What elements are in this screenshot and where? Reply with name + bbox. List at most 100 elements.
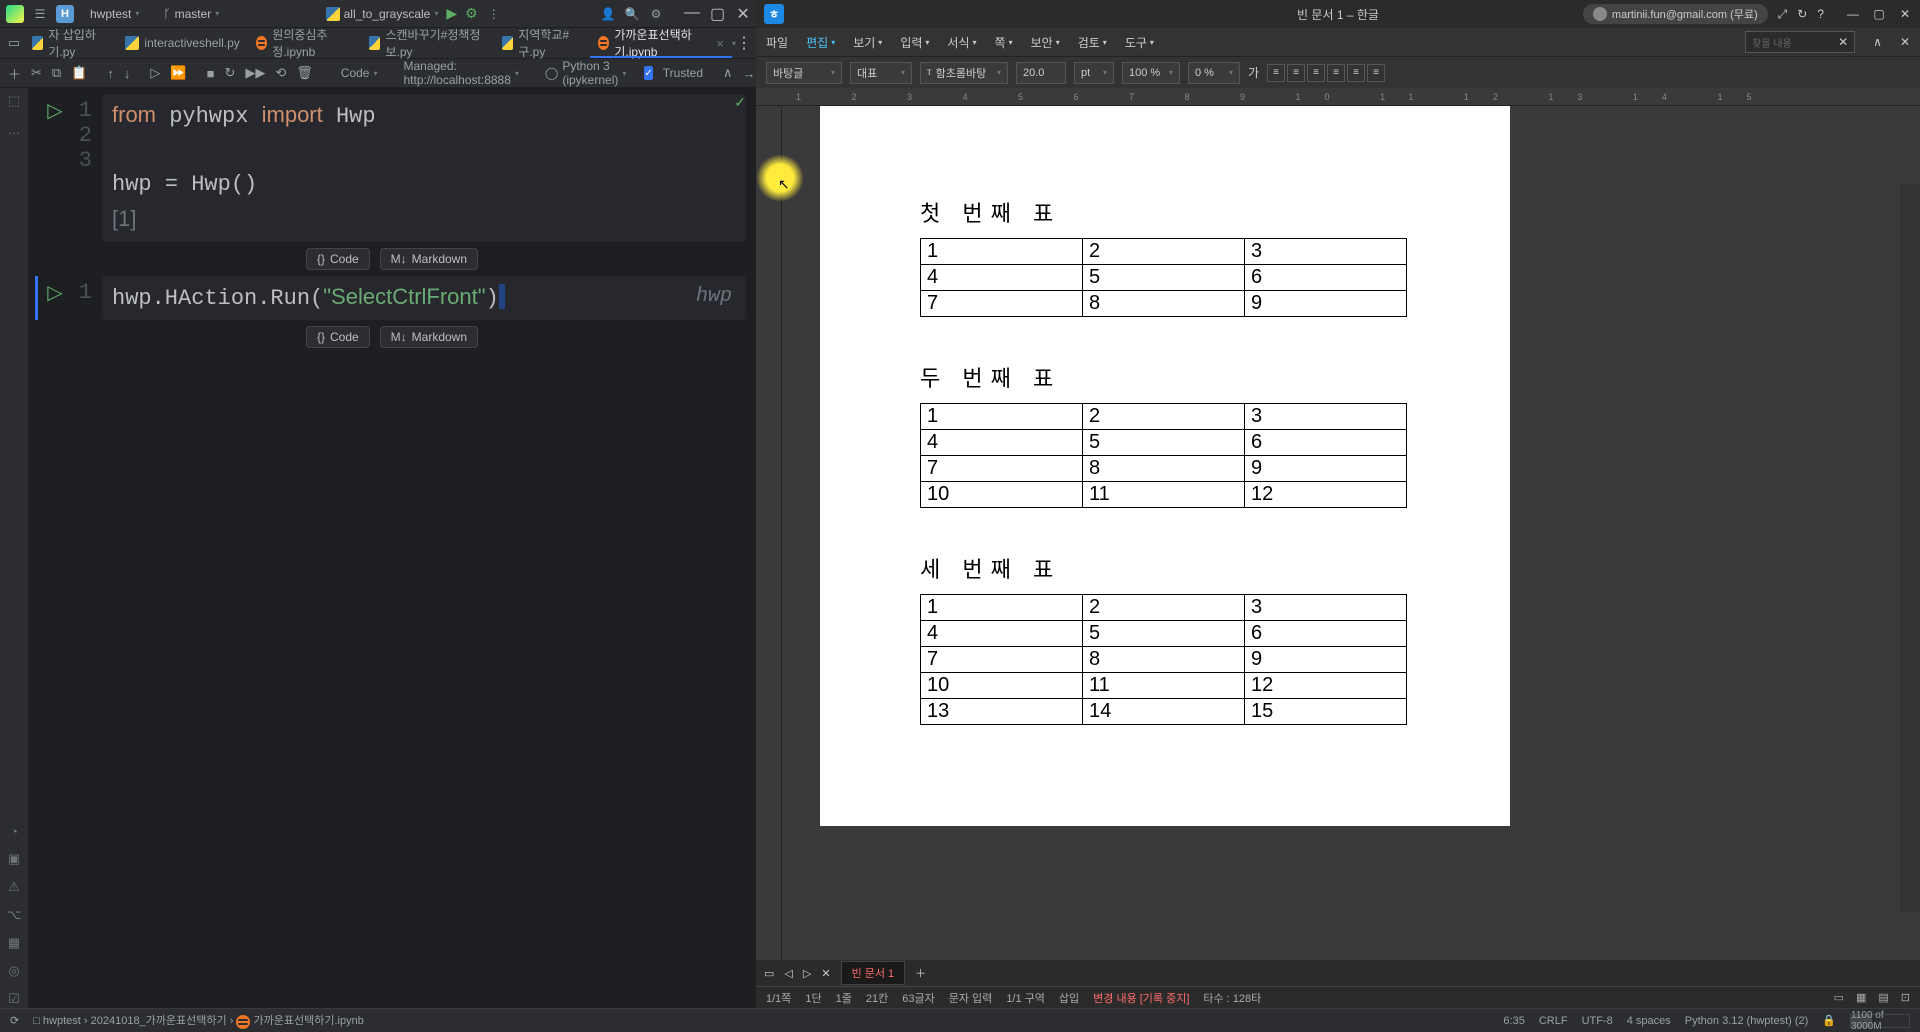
add-markdown-cell-button[interactable]: M↓ Markdown bbox=[380, 326, 478, 348]
font-combo[interactable]: ᴛ함초롬바탕▾ bbox=[920, 62, 1008, 84]
table-cell[interactable]: 2 bbox=[1083, 239, 1245, 265]
todo-icon[interactable]: ☑ bbox=[5, 990, 23, 1008]
help-icon[interactable]: ? bbox=[1817, 7, 1824, 21]
table-cell[interactable]: 6 bbox=[1245, 265, 1407, 291]
close-button[interactable]: ✕ bbox=[1898, 7, 1912, 21]
table-row[interactable]: 789 bbox=[921, 647, 1407, 673]
table-row[interactable]: 131415 bbox=[921, 699, 1407, 725]
tab-file[interactable]: 스캔바꾸기#정책정보.py bbox=[361, 28, 494, 58]
table-row[interactable]: 789 bbox=[921, 456, 1407, 482]
table-cell[interactable]: 9 bbox=[1245, 456, 1407, 482]
refresh-icon[interactable]: ↻ bbox=[1797, 7, 1807, 21]
table-cell[interactable]: 9 bbox=[1245, 291, 1407, 317]
table-cell[interactable]: 3 bbox=[1245, 239, 1407, 265]
memory-indicator[interactable]: 1100 of 3000M bbox=[1850, 1014, 1910, 1028]
more-tools-icon[interactable]: … bbox=[5, 120, 23, 138]
table-row[interactable]: 101112 bbox=[921, 482, 1407, 508]
terminal-icon[interactable]: ▣ bbox=[5, 850, 23, 868]
document-page[interactable]: 첫 번째 표123456789두 번째 표123456789101112세 번째… bbox=[820, 106, 1510, 826]
align-center-button[interactable]: ≡ bbox=[1307, 64, 1325, 82]
tab-file[interactable]: 원의중심추정.ipynb bbox=[248, 28, 361, 58]
line-spacing-combo[interactable]: 0 %▾ bbox=[1188, 62, 1240, 84]
run-all-button[interactable]: ▶▶ bbox=[245, 61, 265, 85]
table-cell[interactable]: 2 bbox=[1083, 595, 1245, 621]
zoom-fit-icon[interactable]: ⊡ bbox=[1901, 991, 1910, 1004]
breadcrumb[interactable]: hwptest bbox=[43, 1015, 81, 1027]
rep-combo[interactable]: 대표▾ bbox=[850, 62, 912, 84]
code-body[interactable]: hwp.HAction.Run("SelectCtrlFront") hwp bbox=[102, 276, 746, 320]
menu-file[interactable]: 파일 bbox=[766, 34, 788, 51]
menu-format[interactable]: 서식▾ bbox=[947, 34, 976, 51]
table-cell[interactable]: 3 bbox=[1245, 404, 1407, 430]
table-cell[interactable]: 6 bbox=[1245, 430, 1407, 456]
code-cell[interactable]: ▷ 123 from pyhwpx import Hwp hwp = Hwp()… bbox=[38, 94, 746, 242]
table-cell[interactable]: 13 bbox=[921, 699, 1083, 725]
main-menu-icon[interactable]: ☰ bbox=[32, 6, 48, 22]
cell-type-dropdown[interactable]: Code▾ bbox=[333, 64, 386, 82]
run-and-select-button[interactable]: ⏩ bbox=[170, 61, 186, 85]
code-body[interactable]: from pyhwpx import Hwp hwp = Hwp() [1] bbox=[102, 94, 746, 242]
delete-cell-button[interactable]: 🗑 bbox=[296, 61, 313, 85]
breadcrumb[interactable]: 20241018_가까운표선택하기 bbox=[91, 1015, 227, 1027]
menu-edit[interactable]: 편집▾ bbox=[806, 34, 835, 51]
tab-file-active[interactable]: 가까운표선택하기.ipynb× bbox=[590, 28, 732, 58]
table-cell[interactable]: 11 bbox=[1083, 673, 1245, 699]
more-icon[interactable]: ⋮ bbox=[486, 6, 502, 22]
project-tool-icon[interactable]: ▭ bbox=[4, 31, 24, 55]
tab-file[interactable]: 지역학교#구.py bbox=[494, 28, 590, 58]
table-cell[interactable]: 4 bbox=[921, 621, 1083, 647]
nav-next-button[interactable]: → bbox=[743, 61, 756, 85]
table-row[interactable]: 456 bbox=[921, 621, 1407, 647]
project-dropdown[interactable]: hwptest▾ bbox=[82, 5, 147, 23]
table-cell[interactable]: 1 bbox=[921, 239, 1083, 265]
expand-icon[interactable]: ⤢ bbox=[1778, 7, 1788, 22]
close-tab-icon[interactable]: ✕ bbox=[821, 967, 830, 980]
section-title[interactable]: 두 번째 표 bbox=[920, 361, 1510, 393]
unit-combo[interactable]: pt▾ bbox=[1074, 62, 1114, 84]
add-tab-icon[interactable]: ＋ bbox=[915, 965, 926, 981]
view-mode-icon[interactable]: ▤ bbox=[1878, 991, 1888, 1004]
table-cell[interactable]: 6 bbox=[1245, 621, 1407, 647]
move-up-button[interactable]: ↑ bbox=[107, 61, 114, 85]
breadcrumb[interactable]: 가까운표선택하기.ipynb bbox=[254, 1015, 364, 1027]
encoding[interactable]: UTF-8 bbox=[1582, 1015, 1613, 1027]
menu-input[interactable]: 입력▾ bbox=[900, 34, 929, 51]
notebook-editor[interactable]: ✓ ▷ 123 from pyhwpx import Hwp hwp = Hwp… bbox=[28, 88, 756, 1008]
menu-tools[interactable]: 도구▾ bbox=[1125, 34, 1154, 51]
readonly-icon[interactable]: 🔒 bbox=[1822, 1014, 1836, 1027]
table-cell[interactable]: 10 bbox=[921, 482, 1083, 508]
next-tab-icon[interactable]: ▷ bbox=[803, 967, 811, 980]
view-mode-icon[interactable]: ▦ bbox=[1856, 991, 1866, 1004]
python-packages-icon[interactable]: ◎ bbox=[5, 962, 23, 980]
tab-file[interactable]: 자 삽입하기.py bbox=[24, 28, 118, 58]
table-cell[interactable]: 7 bbox=[921, 291, 1083, 317]
maximize-button[interactable]: ▢ bbox=[710, 4, 724, 24]
status-recording[interactable]: 변경 내용 [기록 중지] bbox=[1093, 990, 1189, 1006]
view-mode-icon[interactable]: ▭ bbox=[1834, 991, 1844, 1004]
cut-button[interactable]: ✂ bbox=[31, 61, 42, 85]
table-cell[interactable]: 5 bbox=[1083, 621, 1245, 647]
line-separator[interactable]: CRLF bbox=[1539, 1015, 1568, 1027]
prev-tab-icon[interactable]: ◁ bbox=[784, 967, 792, 980]
table-cell[interactable]: 4 bbox=[921, 265, 1083, 291]
align-justify-button[interactable]: ≡ bbox=[1267, 64, 1285, 82]
doc-table[interactable]: 123456789 bbox=[920, 238, 1407, 317]
clear-output-button[interactable]: ⟲ bbox=[275, 61, 286, 85]
problems-icon[interactable]: ⚠ bbox=[5, 878, 23, 896]
nav-prev-button[interactable]: ∧ bbox=[723, 61, 733, 85]
restart-button[interactable]: ↻ bbox=[224, 61, 235, 85]
more-icon[interactable]: ⋮ bbox=[736, 33, 752, 53]
page-scroll-area[interactable]: 첫 번째 표123456789두 번째 표123456789101112세 번째… bbox=[782, 106, 1920, 960]
menu-page[interactable]: 쪽▾ bbox=[995, 34, 1013, 51]
section-title[interactable]: 세 번째 표 bbox=[920, 552, 1510, 584]
cursor-position[interactable]: 6:35 bbox=[1503, 1015, 1524, 1027]
doc-table[interactable]: 123456789101112131415 bbox=[920, 594, 1407, 725]
search-icon[interactable]: 🔍 bbox=[624, 6, 640, 22]
align-full-button[interactable]: ≡ bbox=[1367, 64, 1385, 82]
run-config-dropdown[interactable]: all_to_grayscale▾ bbox=[326, 7, 439, 21]
tab-file[interactable]: interactiveshell.py bbox=[117, 28, 247, 58]
trusted-checkbox[interactable]: ✓ bbox=[644, 66, 652, 80]
table-row[interactable]: 101112 bbox=[921, 673, 1407, 699]
table-cell[interactable]: 1 bbox=[921, 404, 1083, 430]
table-cell[interactable]: 1 bbox=[921, 595, 1083, 621]
